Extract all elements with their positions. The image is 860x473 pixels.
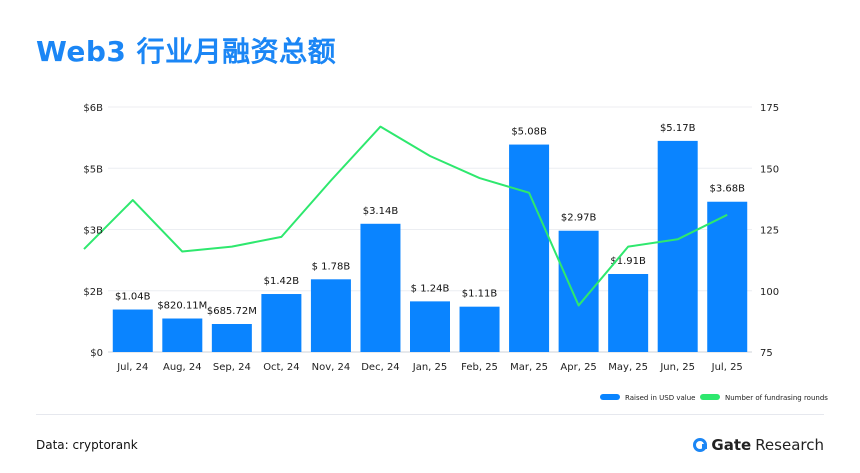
bar-value-label: $ 1.78B xyxy=(312,261,351,272)
bar xyxy=(112,309,153,352)
y-left-tick-label: $5B xyxy=(83,164,103,175)
bar xyxy=(509,144,550,352)
x-tick-label: Aug, 24 xyxy=(163,362,202,373)
bar xyxy=(657,140,698,352)
x-tick-label: Sep, 24 xyxy=(213,362,251,373)
bar xyxy=(707,201,748,352)
y-right-tick-label: 75 xyxy=(760,348,773,359)
x-tick-label: Jul, 25 xyxy=(711,362,743,373)
data-source: Data: cryptorank xyxy=(36,438,138,452)
x-tick-label: Jan, 25 xyxy=(412,362,448,373)
bar xyxy=(459,306,500,352)
bar-value-label: $685.72M xyxy=(207,306,257,317)
bar-value-label: $1.42B xyxy=(264,276,300,287)
bar-value-label: $820.11M xyxy=(157,301,207,312)
x-tick-label: Dec, 24 xyxy=(361,362,399,373)
bar-value-label: $ 1.24B xyxy=(411,283,450,294)
legend-label-line: Number of fundrasing rounds xyxy=(725,394,828,402)
bar-value-label: $1.11B xyxy=(462,289,498,300)
bar-value-label: $5.08B xyxy=(511,127,547,138)
x-tick-label: Feb, 25 xyxy=(461,362,498,373)
brand-suffix: Research xyxy=(755,436,824,454)
y-left-tick-label: $6B xyxy=(83,103,103,114)
bar xyxy=(211,323,252,352)
y-right-tick-label: 150 xyxy=(760,164,779,175)
bar-value-label: $1.04B xyxy=(115,292,151,303)
brand-name: Gate xyxy=(711,436,752,454)
legend-swatch-bar xyxy=(600,394,620,400)
left-axis-ticks: $0 $2B $3B $5B $6B xyxy=(83,103,103,359)
bar xyxy=(261,294,302,352)
x-tick-label: Jun, 25 xyxy=(659,362,695,373)
x-tick-label: Nov, 24 xyxy=(312,362,351,373)
y-left-tick-label: $3B xyxy=(83,226,103,237)
x-axis-ticks: Jul, 24 Aug, 24 Sep, 24 Oct, 24 Nov, 24 Dec, … xyxy=(116,362,743,373)
legend: Raised in USD value Number of fundrasing … xyxy=(600,394,828,402)
x-tick-label: Mar, 25 xyxy=(510,362,548,373)
y-right-tick-label: 100 xyxy=(760,287,779,298)
right-axis-ticks: 75 100 125 150 175 xyxy=(760,103,779,359)
bar xyxy=(410,301,450,352)
bar xyxy=(360,223,401,352)
legend-label-bar: Raised in USD value xyxy=(625,394,695,402)
x-tick-label: Apr, 25 xyxy=(560,362,596,373)
y-right-tick-label: 175 xyxy=(760,103,779,114)
bar-series xyxy=(112,140,748,352)
y-right-tick-label: 125 xyxy=(760,226,779,237)
bar xyxy=(310,279,351,352)
legend-swatch-line xyxy=(700,394,720,400)
bar-value-label: $3.68B xyxy=(709,184,745,195)
bar-value-label: $5.17B xyxy=(660,123,696,134)
y-left-tick-label: $2B xyxy=(83,287,103,298)
x-tick-label: May, 25 xyxy=(608,362,648,373)
brand-logo: Gate Research xyxy=(693,436,824,454)
bar xyxy=(608,274,649,352)
y-left-tick-label: $0 xyxy=(90,348,103,359)
x-tick-label: Oct, 24 xyxy=(263,362,299,373)
footer-divider xyxy=(36,414,824,415)
funding-chart: $1.04B $820.11M $685.72M $1.42B $ 1.78B $3.14… xyxy=(83,103,828,402)
x-tick-label: Jul, 24 xyxy=(116,362,148,373)
bar-value-label: $2.97B xyxy=(561,213,597,224)
bar xyxy=(558,230,599,352)
bar xyxy=(162,318,203,352)
bar-value-label: $3.14B xyxy=(363,206,399,217)
bar-value-labels: $1.04B $820.11M $685.72M $1.42B $ 1.78B $3.14… xyxy=(115,123,745,317)
gate-logo-icon xyxy=(693,438,708,452)
